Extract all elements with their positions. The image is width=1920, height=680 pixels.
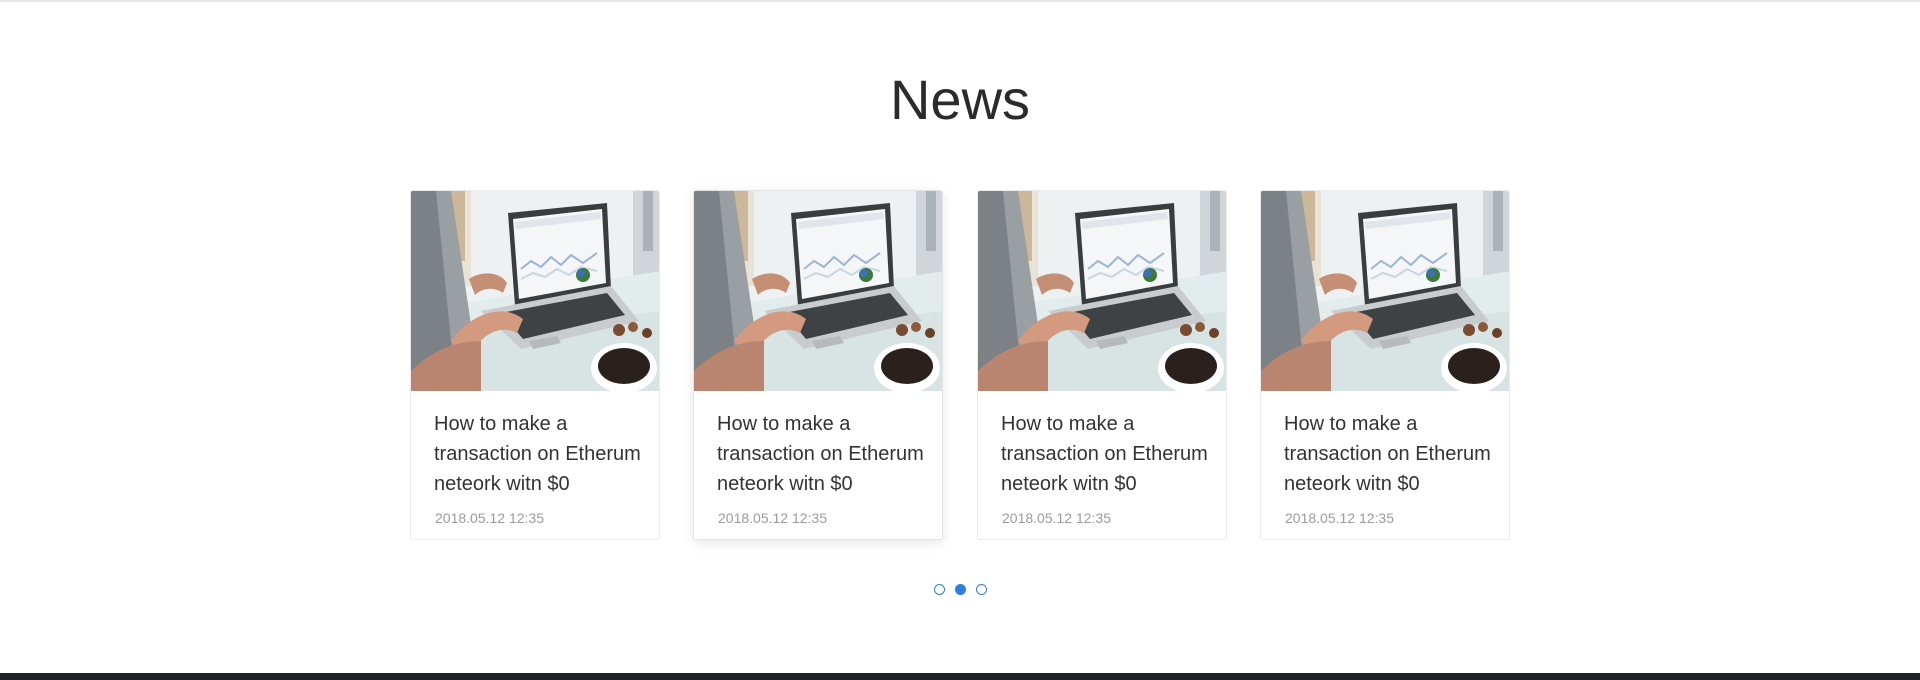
card-date: 2018.05.12 12:35 [718, 510, 827, 526]
pagination-dot-1[interactable] [933, 584, 945, 595]
news-card[interactable]: How to make a transaction on Etherum net… [410, 190, 660, 540]
laptop-photo-icon [978, 191, 1227, 391]
footer-bar [0, 673, 1920, 680]
card-title[interactable]: How to make a transaction on Etherum net… [1001, 409, 1211, 499]
card-title[interactable]: How to make a transaction on Etherum net… [1284, 409, 1494, 499]
card-title[interactable]: How to make a transaction on Etherum net… [717, 409, 927, 499]
news-card[interactable]: How to make a transaction on Etherum net… [1260, 190, 1510, 540]
card-date: 2018.05.12 12:35 [1002, 510, 1111, 526]
laptop-photo-icon [1261, 191, 1510, 391]
top-divider [0, 0, 1920, 2]
laptop-photo-icon [411, 191, 660, 391]
card-date: 2018.05.12 12:35 [435, 510, 544, 526]
carousel-pagination [0, 584, 1920, 595]
news-card[interactable]: How to make a transaction on Etherum net… [977, 190, 1227, 540]
news-card[interactable]: How to make a transaction on Etherum net… [693, 190, 943, 540]
pagination-dot-2[interactable] [954, 584, 966, 595]
laptop-photo-icon [694, 191, 943, 391]
card-date: 2018.05.12 12:35 [1285, 510, 1394, 526]
section-title: News [889, 68, 1031, 131]
card-title[interactable]: How to make a transaction on Etherum net… [434, 409, 644, 499]
pagination-dot-3[interactable] [975, 584, 987, 595]
